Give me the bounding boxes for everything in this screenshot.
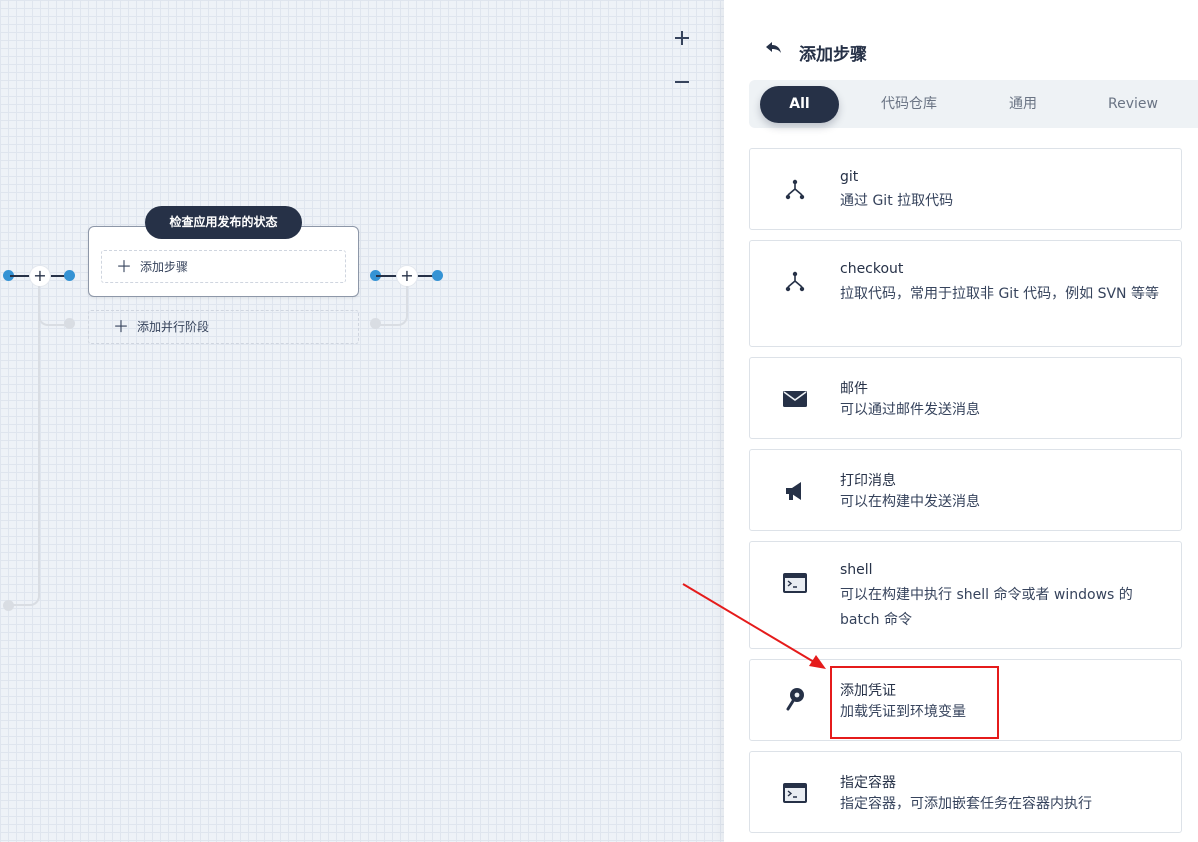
zoom-in-button[interactable] <box>670 26 694 50</box>
branch-line <box>8 286 40 606</box>
insert-stage-button[interactable]: + <box>397 266 417 286</box>
step-desc: 加载凭证到环境变量 <box>840 704 966 720</box>
panel-title: 添加步骤 <box>799 45 867 65</box>
step-desc: 可以通过邮件发送消息 <box>840 402 980 418</box>
git-branch-icon <box>785 179 805 200</box>
terminal-icon <box>783 573 807 593</box>
branch-dot <box>64 318 75 329</box>
add-step-label: 添加步骤 <box>140 260 189 274</box>
step-item-git[interactable]: git 通过 Git 拉取代码 <box>749 148 1182 230</box>
connector-dot <box>64 270 75 281</box>
plus-icon: ＋ <box>113 317 130 336</box>
megaphone-icon <box>786 482 801 500</box>
tab-general[interactable]: 通用 <box>990 86 1056 123</box>
step-desc: 可以在构建中发送消息 <box>840 494 980 510</box>
git-branch-icon <box>785 271 805 292</box>
step-desc: 拉取代码，常用于拉取非 Git 代码，例如 SVN 等等 <box>840 286 1159 302</box>
minus-icon <box>675 81 689 83</box>
step-item-container[interactable]: 指定容器 指定容器，可添加嵌套任务在容器内执行 <box>749 751 1182 833</box>
step-desc: 可以在构建中执行 shell 命令或者 windows 的 batch 命令 <box>840 587 1133 628</box>
step-item-add-credential[interactable]: 添加凭证 加载凭证到环境变量 <box>749 659 1182 741</box>
pipeline-canvas <box>0 0 724 842</box>
step-title: 指定容器 <box>840 775 896 791</box>
branch-dot <box>370 318 381 329</box>
terminal-icon <box>783 783 807 803</box>
mail-icon <box>783 391 807 407</box>
key-icon <box>786 688 804 711</box>
back-arrow-icon[interactable] <box>764 38 782 58</box>
zoom-out-button[interactable] <box>670 70 694 94</box>
step-item-shell[interactable]: shell 可以在构建中执行 shell 命令或者 windows 的 batc… <box>749 541 1182 649</box>
connector-dot <box>432 270 443 281</box>
tab-repo[interactable]: 代码仓库 <box>866 86 952 123</box>
plus-icon: ＋ <box>116 257 133 276</box>
add-step-button[interactable]: ＋ 添加步骤 <box>101 250 346 283</box>
parallel-branch-line <box>38 286 68 326</box>
parallel-branch-line <box>378 286 408 326</box>
add-parallel-label: 添加并行阶段 <box>137 320 210 334</box>
step-item-mail[interactable]: 邮件 可以通过邮件发送消息 <box>749 357 1182 439</box>
step-desc: 指定容器，可添加嵌套任务在容器内执行 <box>840 796 1092 812</box>
step-item-print-message[interactable]: 打印消息 可以在构建中发送消息 <box>749 449 1182 531</box>
step-title: 添加凭证 <box>840 683 896 699</box>
step-title: 邮件 <box>840 381 868 397</box>
tab-review[interactable]: Review <box>1096 86 1170 123</box>
step-item-checkout[interactable]: checkout 拉取代码，常用于拉取非 Git 代码，例如 SVN 等等 <box>749 240 1182 347</box>
step-desc: 通过 Git 拉取代码 <box>840 193 954 209</box>
step-title: 打印消息 <box>840 473 896 489</box>
step-title: shell <box>840 562 873 578</box>
tab-all[interactable]: All <box>760 86 839 123</box>
step-title: checkout <box>840 261 904 277</box>
add-parallel-stage-button[interactable]: ＋ 添加并行阶段 <box>88 310 359 344</box>
insert-stage-button[interactable]: + <box>30 266 50 286</box>
branch-dot <box>3 600 14 611</box>
step-title: git <box>840 169 859 185</box>
stage-title[interactable]: 检查应用发布的状态 <box>145 206 302 239</box>
